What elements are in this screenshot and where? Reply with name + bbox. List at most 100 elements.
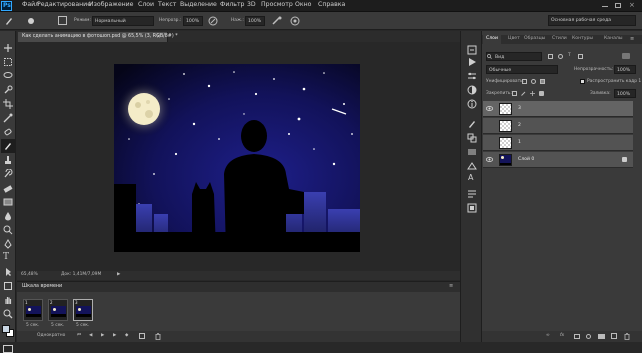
new-layer-icon[interactable]	[611, 333, 617, 339]
hand-tool-icon[interactable]	[3, 295, 13, 305]
frame-delay[interactable]: 5 сек.	[26, 323, 39, 328]
foreground-color-swatch[interactable]	[2, 325, 10, 333]
filter-pixel-icon[interactable]	[548, 54, 553, 59]
zoom-level[interactable]: 65,48%	[21, 272, 38, 277]
layer-row-selected[interactable]: 3	[483, 101, 633, 117]
lasso-tool-icon[interactable]	[3, 71, 13, 81]
photoshop-logo[interactable]: Ps	[1, 1, 12, 11]
frame-delay[interactable]: 5 сек.	[76, 323, 89, 328]
healing-brush-tool-icon[interactable]	[3, 127, 13, 137]
pressure-input[interactable]: 100%	[245, 16, 265, 26]
filter-adjustment-icon[interactable]	[558, 54, 563, 59]
lock-brush-icon[interactable]	[521, 91, 526, 96]
layer-opacity-input[interactable]: 100%	[614, 65, 636, 74]
menu-filter[interactable]: Фильтр	[220, 1, 244, 8]
clone-source-icon[interactable]	[467, 133, 477, 143]
history-icon[interactable]	[467, 45, 477, 55]
panel-options-icon[interactable]: ≡	[630, 37, 634, 42]
zoom-tool-icon[interactable]	[3, 309, 13, 319]
maximize-icon[interactable]	[615, 3, 621, 8]
close-icon[interactable]: ×	[629, 2, 635, 9]
play-actions-icon[interactable]	[467, 57, 477, 67]
menu-3d[interactable]: 3D	[247, 1, 256, 8]
move-tool-icon[interactable]	[3, 43, 13, 53]
layer-mask-icon[interactable]	[574, 334, 580, 339]
crop-tool-icon[interactable]	[3, 99, 13, 109]
tab-swatches[interactable]: Образцы	[524, 36, 545, 42]
brush-size-picker[interactable]	[26, 16, 36, 26]
panel-menu-icon[interactable]: ≡	[449, 284, 453, 289]
filter-toggle-icon[interactable]	[622, 53, 630, 59]
pressure-size-icon[interactable]	[290, 16, 300, 26]
visibility-eye-icon[interactable]	[486, 157, 493, 162]
animation-frame[interactable]: 2	[48, 299, 68, 321]
brush-tool-icon[interactable]	[4, 16, 14, 26]
document-info[interactable]: Док: 1,41М/7,09М	[61, 272, 101, 277]
tab-paths[interactable]: Контуры	[572, 36, 593, 42]
unify-visibility-icon[interactable]	[531, 79, 536, 84]
glyphs-icon[interactable]	[467, 203, 477, 213]
menu-type[interactable]: Текст	[158, 1, 176, 8]
status-menu-arrow-icon[interactable]: ▶	[117, 272, 120, 277]
canvas-image[interactable]	[114, 64, 360, 252]
filter-type-icon[interactable]: T	[568, 53, 571, 58]
filter-shape-icon[interactable]	[578, 54, 583, 59]
menu-window[interactable]: Окно	[295, 1, 311, 8]
frame-delay[interactable]: 5 сек.	[51, 323, 64, 328]
fill-input[interactable]: 100%	[614, 89, 636, 98]
layer-row[interactable]: 1	[483, 135, 633, 151]
pressure-opacity-icon[interactable]	[208, 16, 218, 26]
group-folder-icon[interactable]	[598, 334, 605, 339]
info-icon[interactable]	[467, 99, 477, 109]
delete-frame-icon[interactable]	[155, 333, 161, 340]
gradient-tool-icon[interactable]	[3, 197, 13, 207]
loop-select[interactable]: Однократно	[37, 333, 65, 338]
layer-name[interactable]: 1	[518, 140, 521, 146]
tween-icon[interactable]: ◆	[125, 333, 128, 338]
blend-mode-select[interactable]: Обычные	[486, 65, 558, 74]
properties-icon[interactable]	[467, 71, 477, 81]
tab-layers[interactable]: Слои	[486, 36, 498, 42]
brush-panel-icon[interactable]	[58, 16, 67, 25]
layer-row[interactable]: Слой 0	[483, 152, 633, 168]
layer-name[interactable]: 3	[518, 106, 521, 112]
menu-image[interactable]: Изображение	[89, 1, 134, 8]
play-icon[interactable]: ▶	[101, 333, 104, 338]
prev-frame-icon[interactable]: ◀	[89, 333, 92, 338]
workspace-select[interactable]: Основная рабочая среда	[548, 15, 636, 26]
paragraph-icon[interactable]	[467, 189, 477, 199]
adjustments-icon[interactable]	[467, 85, 477, 95]
layer-name[interactable]: 2	[518, 123, 521, 129]
tool-presets-icon[interactable]	[467, 147, 477, 157]
eyedropper-tool-icon[interactable]	[3, 113, 13, 123]
tab-color[interactable]: Цвет	[508, 36, 520, 42]
minimize-icon[interactable]	[602, 6, 608, 7]
animation-frame[interactable]: 1	[23, 299, 43, 321]
brush-tool-active-icon[interactable]	[3, 141, 13, 151]
propagate-checkbox[interactable]	[580, 79, 585, 84]
history-brush-tool-icon[interactable]	[3, 169, 13, 179]
layer-style-icon[interactable]: fx	[560, 333, 564, 338]
marquee-tool-icon[interactable]	[3, 57, 13, 67]
clone-stamp-tool-icon[interactable]	[3, 155, 13, 165]
menu-view[interactable]: Просмотр	[261, 1, 293, 8]
menu-edit[interactable]: Редактирование	[37, 1, 91, 8]
mode-select[interactable]: Нормальный	[92, 16, 154, 26]
layer-row[interactable]: 2	[483, 118, 633, 134]
tab-close-icon[interactable]: ×	[156, 34, 161, 40]
lock-all-icon[interactable]	[539, 91, 544, 96]
quick-select-tool-icon[interactable]	[3, 85, 13, 95]
brush-presets-icon[interactable]	[467, 119, 477, 129]
delete-layer-icon[interactable]	[624, 333, 630, 340]
first-frame-icon[interactable]: ⏮	[77, 333, 81, 338]
animation-frame-selected[interactable]: 3	[73, 299, 93, 321]
unify-position-icon[interactable]	[522, 79, 527, 84]
shape-tool-icon[interactable]	[3, 281, 13, 291]
airbrush-icon[interactable]	[272, 16, 282, 26]
opacity-input[interactable]: 100%	[183, 16, 203, 26]
unify-style-icon[interactable]	[540, 79, 545, 84]
layer-name[interactable]: Слой 0	[518, 157, 534, 163]
tab-styles[interactable]: Стили	[552, 36, 567, 42]
pen-tool-icon[interactable]	[3, 239, 13, 249]
path-selection-tool-icon[interactable]	[3, 267, 13, 277]
